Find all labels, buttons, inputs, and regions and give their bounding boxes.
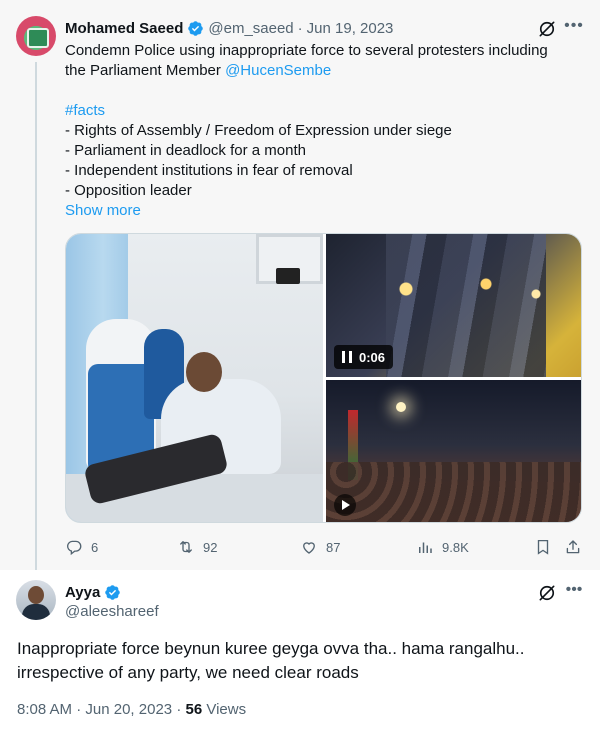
video-thumbnail[interactable]: 0:06 [326, 234, 581, 377]
like-count: 87 [326, 539, 341, 555]
tweet-header: Ayya [65, 582, 121, 602]
media-grid: 0:06 [65, 233, 582, 523]
video-duration-badge[interactable]: 0:06 [334, 345, 394, 369]
hospital-photo[interactable] [66, 234, 323, 522]
like-button[interactable]: 87 [300, 536, 340, 558]
video-duration: 0:06 [359, 349, 386, 365]
tweet-date[interactable]: Jun 20, 2023 [85, 701, 172, 718]
analytics-icon [419, 542, 432, 553]
verified-badge-icon [188, 20, 204, 36]
author-handle[interactable]: @aleeshareef [65, 602, 159, 622]
play-icon[interactable] [334, 494, 356, 516]
tweet-text: Condemn Police using inappropriate force… [65, 41, 580, 221]
views-count: 9.8K [442, 539, 469, 555]
views-count[interactable]: 56 [185, 701, 202, 718]
author-name[interactable]: Mohamed Saeed [65, 20, 183, 37]
more-horizontal-icon[interactable]: ••• [564, 580, 584, 600]
reply-button[interactable]: 6 [65, 536, 98, 558]
tweet-metadata: 8:08 AM · Jun 20, 2023 · 56 Views [17, 701, 247, 718]
parent-tweet[interactable]: Mohamed Saeed @em_saeed · Jun 19, 2023 •… [0, 0, 600, 570]
views-label: Views [206, 701, 247, 718]
views-button[interactable]: 9.8K [416, 536, 469, 558]
avatar[interactable] [16, 580, 56, 620]
mention-link[interactable]: @HucenSembe [225, 62, 331, 79]
street-protest-video[interactable] [326, 380, 581, 522]
tweet-text: Inappropriate force beynun kuree geyga o… [17, 639, 525, 682]
heart-icon [303, 542, 315, 554]
bookmark-icon[interactable] [534, 538, 552, 556]
more-horizontal-icon[interactable]: ••• [564, 16, 584, 36]
bullet-item: - Independent institutions in fear of re… [65, 162, 353, 179]
hashtag-link[interactable]: #facts [65, 102, 105, 119]
bullet-item: - Parliament in deadlock for a month [65, 142, 306, 159]
tweet-time[interactable]: 8:08 AM [17, 701, 72, 718]
repost-button[interactable]: 92 [177, 536, 217, 558]
share-icon[interactable] [564, 538, 582, 556]
reply-count: 6 [91, 539, 99, 555]
thread-connector-line [35, 62, 37, 570]
grok-icon[interactable] [537, 19, 557, 39]
separator-dot: · [297, 19, 303, 37]
verified-badge-icon [105, 584, 121, 600]
show-more-link[interactable]: Show more [65, 201, 580, 221]
pause-icon [342, 351, 352, 363]
avatar[interactable] [16, 16, 56, 56]
author-handle[interactable]: @em_saeed [208, 20, 293, 37]
reply-icon [66, 540, 82, 556]
author-name[interactable]: Ayya [65, 584, 100, 601]
repost-icon [180, 541, 192, 553]
bullet-item: - Rights of Assembly / Freedom of Expres… [65, 122, 452, 139]
reply-tweet[interactable]: Ayya @aleeshareef ••• Inappropriate forc… [0, 570, 600, 733]
grok-icon[interactable] [537, 583, 557, 603]
tweet-actions: 6 92 87 9.8K [65, 536, 582, 558]
bullet-item: - Opposition leader [65, 182, 192, 199]
tweet-header: Mohamed Saeed @em_saeed · Jun 19, 2023 [65, 18, 393, 38]
repost-count: 92 [203, 539, 218, 555]
tweet-date[interactable]: Jun 19, 2023 [307, 20, 394, 37]
